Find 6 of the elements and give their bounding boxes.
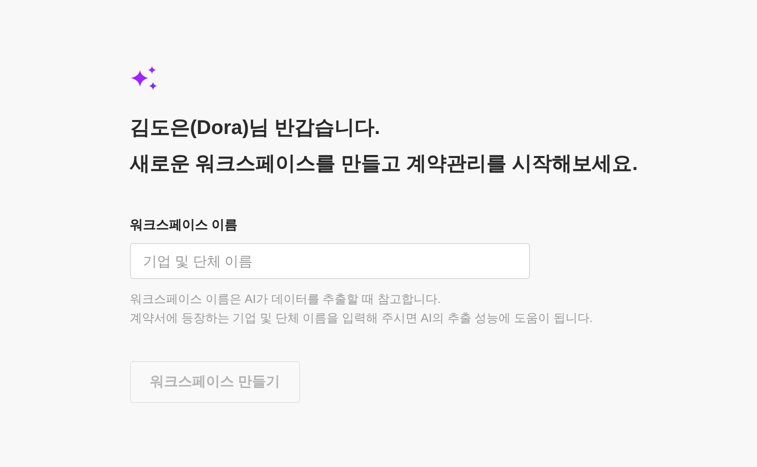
greeting-heading: 새로운 워크스페이스를 만들고 계약관리를 시작해보세요. (130, 152, 638, 177)
help-text: 계약서에 등장하는 기업 및 단체 이름을 입력해 주시면 AI의 추출 성능에 도움이 됩니다. (130, 310, 593, 326)
greeting-heading: 김도은(Dora)님 반갑습니다. (130, 116, 381, 141)
help-text: 워크스페이스 이름은 AI가 데이터를 추출할 때 참고합니다. (130, 291, 442, 307)
field-label: 워크스페이스 이름 (130, 216, 238, 234)
workspace-name-field[interactable]: 기업 및 단체 이름 (130, 243, 530, 279)
